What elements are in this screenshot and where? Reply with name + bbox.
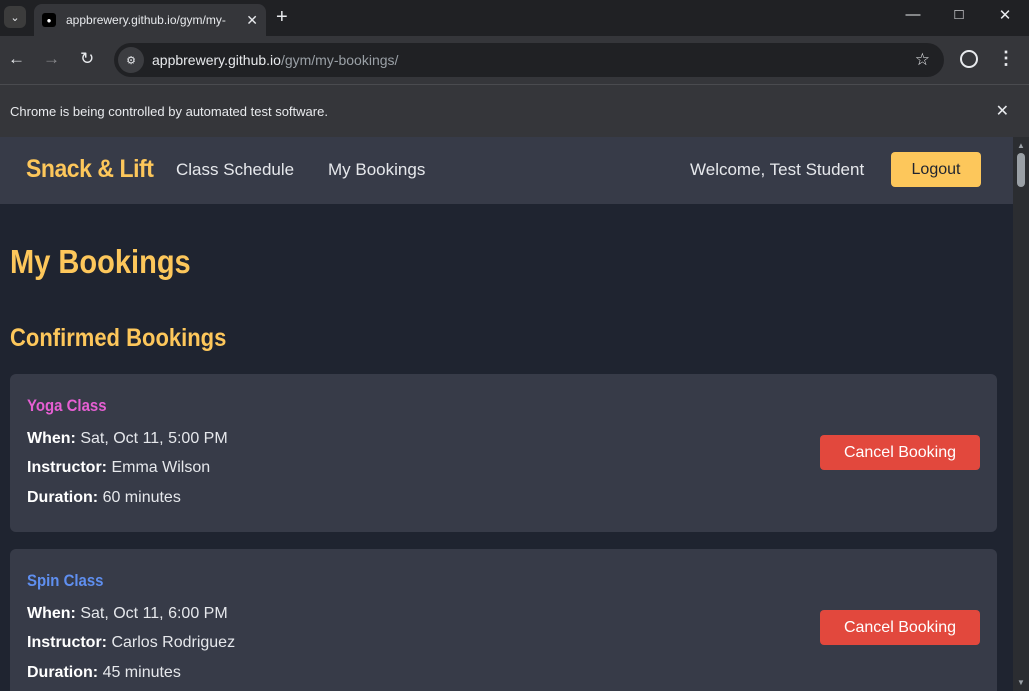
instructor-value: Carlos Rodriguez bbox=[111, 634, 236, 651]
tab-strip: ⌄ ● appbrewery.github.io/gym/my- ✕ + — □… bbox=[0, 0, 1029, 36]
minimize-icon[interactable]: — bbox=[898, 6, 928, 23]
booking-card: Spin Class When: Sat, Oct 11, 6:00 PM In… bbox=[10, 549, 997, 691]
booking-card: Yoga Class When: Sat, Oct 11, 5:00 PM In… bbox=[10, 374, 997, 532]
nav-my-bookings[interactable]: My Bookings bbox=[328, 160, 425, 180]
maximize-icon[interactable]: □ bbox=[944, 6, 974, 23]
class-name: Spin Class bbox=[27, 571, 104, 590]
cancel-booking-button[interactable]: Cancel Booking bbox=[820, 435, 980, 470]
welcome-text: Welcome, Test Student bbox=[690, 160, 865, 179]
duration-label: Duration: bbox=[27, 489, 99, 506]
booking-when: When: Sat, Oct 11, 6:00 PM bbox=[27, 605, 228, 623]
more-menu-icon[interactable]: ⋮ bbox=[997, 48, 1015, 69]
nav-class-schedule[interactable]: Class Schedule bbox=[176, 160, 294, 180]
logout-button[interactable]: Logout bbox=[891, 152, 981, 187]
url-text: appbrewery.github.io/gym/my-bookings/ bbox=[152, 52, 398, 68]
page-scrollbar[interactable]: ▲ ▼ bbox=[1013, 137, 1029, 691]
url-path: /gym/my-bookings/ bbox=[280, 52, 399, 68]
when-label: When: bbox=[27, 430, 76, 447]
page-viewport: Snack & Lift Class Schedule My Bookings … bbox=[0, 137, 1013, 691]
tab-search-button[interactable]: ⌄ bbox=[4, 6, 26, 28]
window-close-icon[interactable]: ✕ bbox=[990, 6, 1020, 24]
bookmark-star-icon[interactable]: ☆ bbox=[915, 50, 930, 70]
cancel-booking-button[interactable]: Cancel Booking bbox=[820, 610, 980, 645]
booking-instructor: Instructor: Carlos Rodriguez bbox=[27, 634, 235, 652]
page-title: My Bookings bbox=[10, 243, 191, 280]
section-title: Confirmed Bookings bbox=[10, 324, 227, 352]
when-label: When: bbox=[27, 605, 76, 622]
forward-arrow-icon[interactable]: → bbox=[43, 50, 60, 67]
scroll-thumb[interactable] bbox=[1017, 153, 1025, 187]
infobar-text: Chrome is being controlled by automated … bbox=[10, 103, 328, 119]
browser-tab[interactable]: ● appbrewery.github.io/gym/my- ✕ bbox=[34, 4, 266, 36]
new-tab-icon[interactable]: + bbox=[276, 7, 288, 27]
scroll-down-icon[interactable]: ▼ bbox=[1017, 678, 1025, 687]
tab-title: appbrewery.github.io/gym/my- bbox=[66, 13, 226, 27]
chevron-down-icon: ⌄ bbox=[10, 11, 20, 24]
booking-when: When: Sat, Oct 11, 5:00 PM bbox=[27, 430, 228, 448]
duration-label: Duration: bbox=[27, 664, 99, 681]
instructor-label: Instructor: bbox=[27, 634, 107, 651]
instructor-value: Emma Wilson bbox=[111, 459, 211, 476]
class-name: Yoga Class bbox=[27, 396, 107, 415]
reload-icon[interactable]: ↻ bbox=[80, 50, 94, 67]
back-arrow-icon[interactable]: ← bbox=[8, 50, 25, 67]
address-bar[interactable]: ⚙ appbrewery.github.io/gym/my-bookings/ … bbox=[114, 43, 944, 77]
automation-infobar: Chrome is being controlled by automated … bbox=[0, 84, 1029, 137]
booking-duration: Duration: 45 minutes bbox=[27, 664, 181, 682]
duration-value: 45 minutes bbox=[102, 664, 181, 681]
when-value: Sat, Oct 11, 6:00 PM bbox=[80, 605, 228, 622]
favicon-icon: ● bbox=[42, 13, 56, 27]
profile-icon[interactable] bbox=[960, 50, 978, 68]
booking-duration: Duration: 60 minutes bbox=[27, 489, 181, 507]
brand-logo[interactable]: Snack & Lift bbox=[26, 155, 154, 184]
booking-instructor: Instructor: Emma Wilson bbox=[27, 459, 210, 477]
site-info-icon[interactable]: ⚙ bbox=[118, 47, 144, 73]
site-header: Snack & Lift Class Schedule My Bookings … bbox=[0, 137, 1013, 204]
scroll-up-icon[interactable]: ▲ bbox=[1017, 141, 1025, 150]
url-host: appbrewery.github.io bbox=[152, 52, 281, 68]
instructor-label: Instructor: bbox=[27, 459, 107, 476]
close-tab-icon[interactable]: ✕ bbox=[246, 12, 258, 29]
when-value: Sat, Oct 11, 5:00 PM bbox=[80, 430, 228, 447]
duration-value: 60 minutes bbox=[102, 489, 181, 506]
infobar-close-icon[interactable]: ✕ bbox=[996, 101, 1009, 121]
browser-toolbar: ← → ↻ ⚙ appbrewery.github.io/gym/my-book… bbox=[0, 36, 1029, 84]
